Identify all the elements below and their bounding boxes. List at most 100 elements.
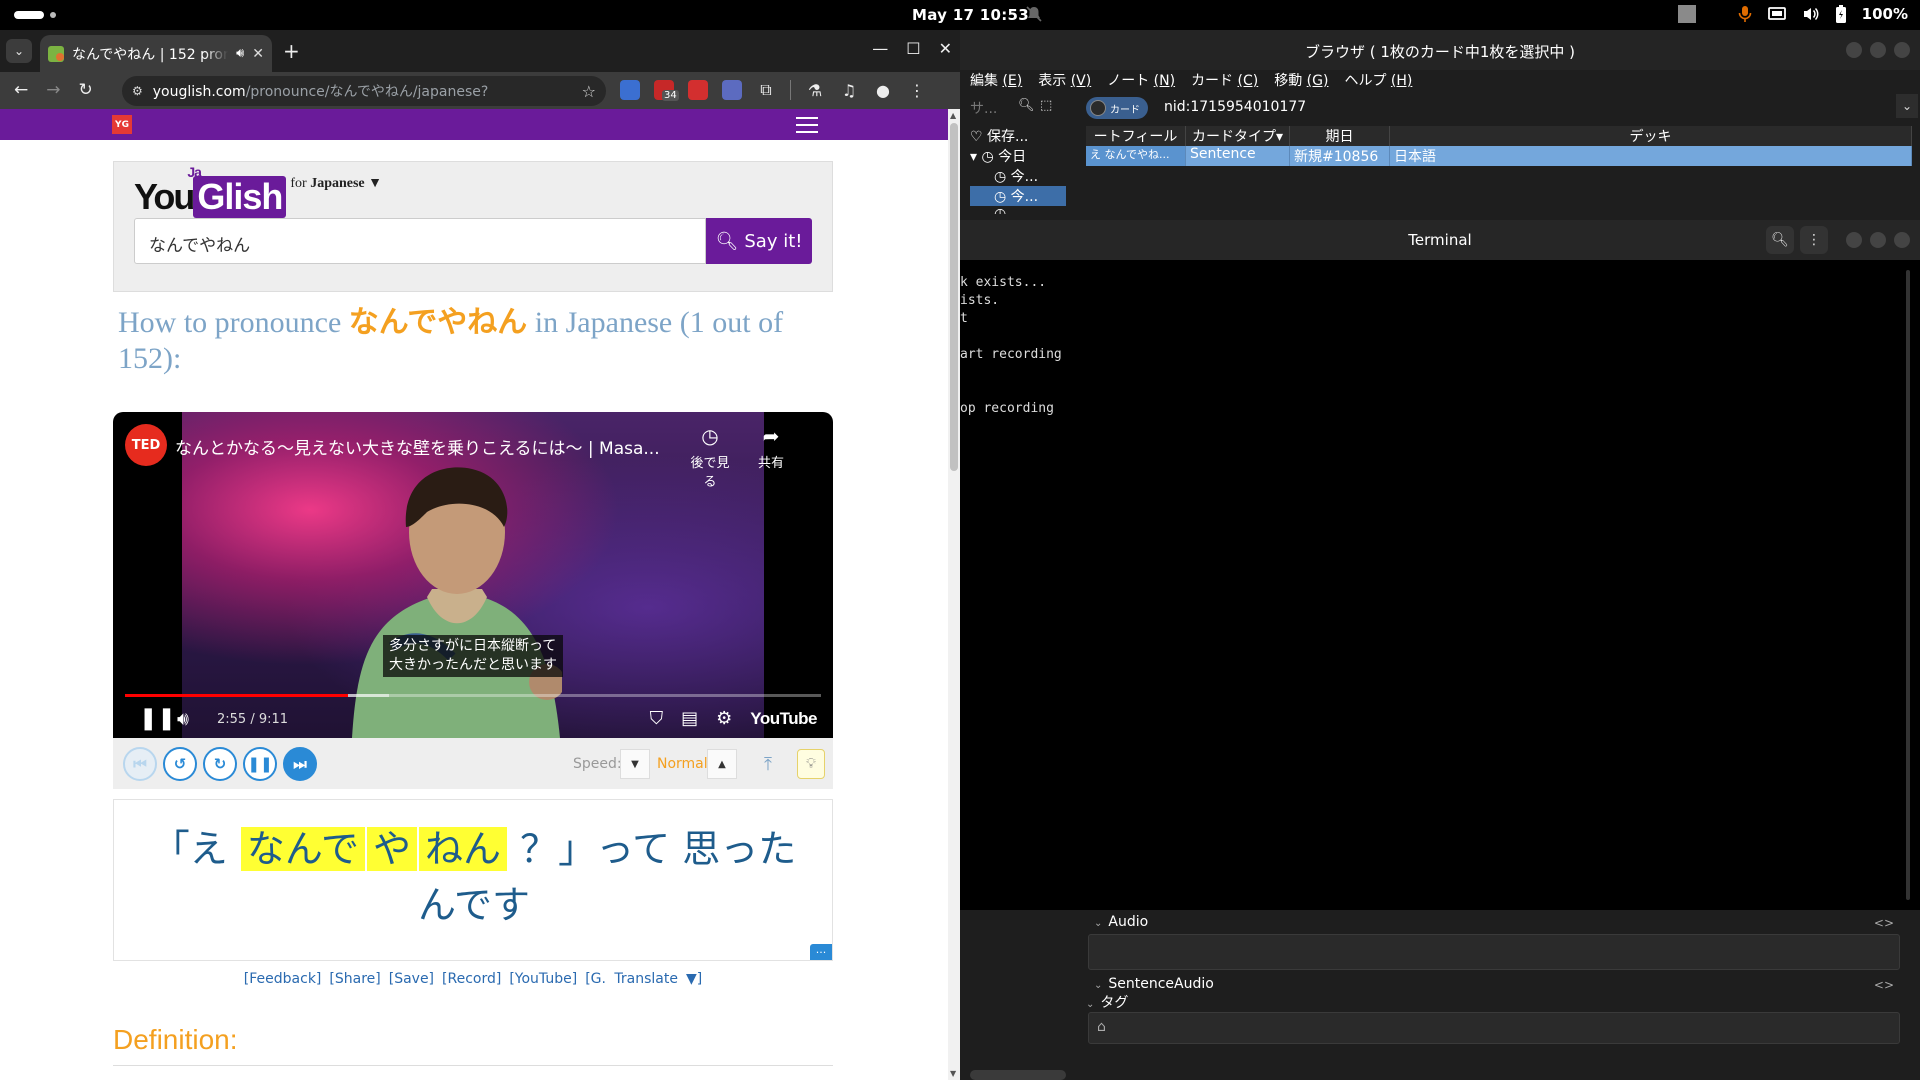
calendar-extension-icon[interactable]: 34 (654, 80, 679, 101)
browser-search-input[interactable]: nid:1715954010177 (1156, 94, 1896, 120)
more-options-button[interactable]: ··· (810, 944, 832, 960)
share-link[interactable]: [Share] (329, 971, 380, 987)
bookmark-star-icon[interactable]: ☆ (582, 82, 596, 101)
video-progress-bar[interactable] (125, 694, 821, 697)
sentence-highlight-3[interactable]: ねん (418, 827, 507, 871)
site-info-icon[interactable]: ⚙ (132, 84, 143, 98)
youtube-link[interactable]: [YouTube] (509, 971, 577, 987)
youtube-logo[interactable]: YouTube (750, 709, 817, 729)
sidebar-item-today[interactable]: ▾ ◷ 今日 (970, 146, 1066, 166)
menu-edit[interactable]: 編集 (E) (970, 70, 1022, 90)
anki-minimize-icon[interactable] (1846, 42, 1862, 58)
translate-dropdown[interactable]: ▼] (686, 971, 702, 987)
scrollbar-thumb[interactable] (950, 123, 958, 471)
system-tray[interactable]: 100% (1677, 5, 1908, 23)
close-window-icon[interactable]: ✕ (939, 39, 952, 58)
column-card-type[interactable]: カードタイプ▾ (1186, 126, 1290, 146)
terminal-output[interactable]: k exists... ists. t art recording op rec… (960, 274, 1062, 418)
save-link[interactable]: [Save] (389, 971, 434, 987)
field-label-sentence-audio[interactable]: ⌄ SentenceAudio (1094, 976, 1214, 992)
url-text[interactable]: youglish.com/pronounce/なんでやねん/japanese? (153, 81, 572, 101)
sidebar-horizontal-scrollbar[interactable] (970, 1070, 1066, 1080)
clock[interactable]: May 17 10:53 (912, 6, 1029, 24)
menu-go[interactable]: 移動 (G) (1274, 70, 1328, 90)
sidebar-item-more[interactable]: ◷ ... (970, 206, 1066, 214)
browser-tab-youglish[interactable]: なんでやねん | 152 pronunciations 🔊︎ ✕ (40, 35, 272, 72)
youtube-player[interactable]: TED なんとかなる〜見えない大きな壁を乗りこえるには〜 | Masa... ◷… (113, 412, 833, 738)
cards-notes-toggle[interactable]: カード (1086, 97, 1148, 119)
menu-help[interactable]: ヘルプ (H) (1344, 70, 1412, 90)
pause-icon[interactable]: ❚❚ (139, 706, 176, 731)
html-editor-toggle[interactable]: <> (1874, 916, 1894, 930)
speed-up-icon[interactable]: ▲ (707, 749, 737, 779)
search-input[interactable]: なんでやねん (134, 218, 706, 264)
menu-view[interactable]: 表示 (V) (1038, 70, 1091, 90)
minimize-icon[interactable]: — (872, 39, 888, 58)
tags-input[interactable]: ⌂ (1088, 1012, 1900, 1044)
feedback-link[interactable]: [Feedback] (244, 971, 322, 987)
activities-button[interactable] (14, 11, 56, 19)
bitwarden-extension-icon[interactable] (620, 80, 640, 100)
scroll-up-icon[interactable]: ▲ (950, 111, 956, 120)
terminal-window[interactable]: Terminal 🔍︎ ⋮ k exists... ists. t art rec… (960, 220, 1920, 910)
say-it-button[interactable]: 🔍︎ Say it! (706, 218, 812, 264)
language-selector[interactable]: for Japanese ▼ (290, 176, 382, 192)
terminal-search-icon[interactable]: 🔍︎ (1766, 226, 1794, 254)
menu-note[interactable]: ノート (N) (1107, 70, 1175, 90)
ted-channel-logo[interactable]: TED (125, 424, 167, 466)
anki-close-icon[interactable] (1894, 42, 1910, 58)
column-deck[interactable]: デッキ (1390, 126, 1912, 146)
forward-icon[interactable]: → (46, 80, 60, 100)
terminal-minimize-icon[interactable] (1846, 232, 1862, 248)
select-mode-icon[interactable]: ⬚ (1040, 98, 1052, 113)
video-title[interactable]: なんとかなる〜見えない大きな壁を乗りこえるには〜 | Masa... (175, 434, 695, 459)
sentence-line-2[interactable]: んです (114, 874, 834, 929)
watch-later-button[interactable]: ◷ 後で見る (685, 424, 735, 490)
address-bar[interactable]: ⚙ youglish.com/pronounce/なんでやねん/japanese… (122, 76, 606, 106)
speed-down-icon[interactable]: ▼ (620, 749, 650, 779)
youglish-logo[interactable]: You Ja Glish for Japanese ▼ (134, 164, 382, 218)
tab-search-button[interactable]: ⌄ (6, 39, 32, 63)
new-tab-button[interactable]: + (283, 39, 300, 63)
translate-link[interactable]: [G. Translate (585, 971, 678, 987)
scroll-down-icon[interactable]: ▼ (950, 1069, 956, 1078)
terminal-menu-icon[interactable]: ⋮ (1800, 226, 1828, 254)
volume-icon[interactable]: 🔊︎ (177, 708, 189, 730)
app-indicator-icon[interactable] (1677, 5, 1696, 23)
tab-audio-icon[interactable]: 🔊︎ (236, 46, 244, 61)
next-clip-icon[interactable]: ⏭ (283, 747, 317, 781)
sentence-highlight-1[interactable]: なんで (240, 827, 365, 871)
replay-icon[interactable]: ↻ (203, 747, 237, 781)
terminal-close-icon[interactable] (1894, 232, 1910, 248)
tips-bulb-icon[interactable]: 💡︎ (797, 749, 825, 779)
field-label-audio[interactable]: ⌄ Audio (1094, 914, 1148, 930)
grid-extension-icon[interactable] (722, 80, 742, 100)
audio-field-input[interactable] (1088, 934, 1900, 970)
previous-clip-icon[interactable]: ⏮ (123, 747, 157, 781)
extensions-puzzle-icon[interactable]: ⧉ (756, 80, 776, 100)
search-icon[interactable]: 🔍︎ (1018, 98, 1035, 113)
subtitles-icon[interactable]: ▤ (681, 708, 698, 729)
sentence-part-2[interactable]: ？」って 思った (520, 827, 796, 871)
back-icon[interactable]: ← (14, 80, 28, 100)
sidebar-item-today-sub[interactable]: ◷ 今... (970, 166, 1066, 186)
column-due[interactable]: 期日 (1290, 126, 1390, 146)
share-button[interactable]: ➦ 共有 (749, 424, 793, 471)
table-row[interactable]: え なんでやね... Sentence 新規#10856 日本語 (1086, 146, 1912, 166)
pause-clip-icon[interactable]: ❚❚ (243, 747, 277, 781)
sidebar-item-today-selected[interactable]: ◷ 今... (970, 186, 1066, 206)
scroll-top-icon[interactable]: ⤒ (753, 749, 783, 779)
hamburger-menu-icon[interactable] (796, 117, 818, 138)
menu-card[interactable]: カード (C) (1191, 70, 1258, 90)
sidebar-search-input[interactable]: サ... (970, 98, 997, 118)
sidebar-item-saved[interactable]: ♡ 保存... (970, 126, 1066, 146)
field-label-tags[interactable]: ⌄ タグ (1086, 992, 1128, 1012)
search-history-dropdown-icon[interactable]: ⌄ (1896, 94, 1918, 118)
reload-icon[interactable]: ↻ (79, 80, 93, 100)
shield-icon[interactable]: ⛉ (650, 708, 664, 729)
media-control-icon[interactable]: ♫ (839, 81, 859, 100)
settings-gear-icon[interactable]: ⚙ (716, 708, 732, 729)
terminal-maximize-icon[interactable] (1870, 232, 1886, 248)
profile-avatar-icon[interactable]: ● (873, 81, 893, 100)
maximize-icon[interactable]: ☐ (906, 39, 920, 58)
